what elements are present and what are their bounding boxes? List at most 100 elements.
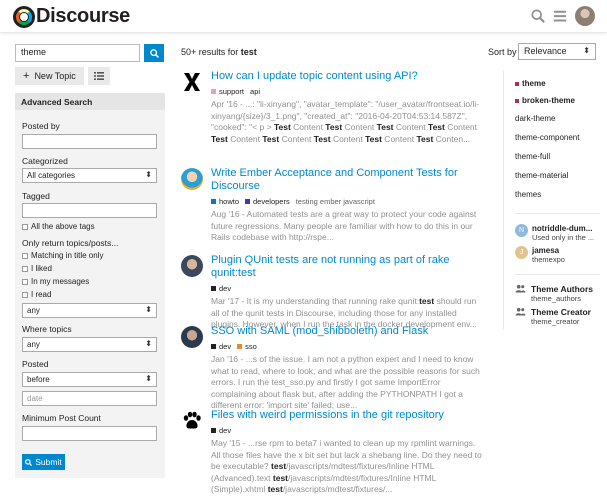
header-icons (531, 6, 595, 26)
date-input[interactable]: date (22, 391, 157, 406)
sort-select[interactable]: Relevance ⬍ (518, 43, 596, 60)
tag-link[interactable]: themes (515, 190, 541, 199)
subcategory-name: api (250, 86, 261, 96)
checkbox-box (22, 223, 28, 230)
category-color-swatch (211, 343, 216, 349)
category-select[interactable]: All categories ⬍ (22, 168, 157, 183)
paw-logo-icon (181, 410, 203, 432)
tag-link[interactable]: theme-material (515, 171, 568, 180)
search-row: theme (15, 44, 164, 62)
site-logo[interactable]: Discourse (13, 5, 130, 28)
search-highlight: Test (313, 133, 331, 144)
user-avatar[interactable] (575, 6, 595, 26)
sort-label: Sort by (488, 47, 517, 57)
result-blurb: Jan '16 - ...s of the issue. I am not a … (211, 354, 480, 410)
result-content: SSO with SAML (mod_shibboleth) and Flask… (211, 325, 486, 412)
avatar[interactable] (181, 326, 203, 348)
tag-label: broken-theme (522, 96, 575, 105)
avatar: N (515, 224, 528, 237)
all-tags-checkbox[interactable]: All the above tags (22, 222, 95, 231)
category-color-swatch (211, 427, 216, 433)
blurb-text: Content (290, 122, 326, 132)
advanced-search-panel: Advanced Search Posted by Categorized Al… (15, 93, 165, 478)
category-badge[interactable]: dev (211, 342, 231, 351)
result-title-link[interactable]: Files with weird permissions in the git … (211, 409, 486, 422)
posted-by-input[interactable] (22, 134, 157, 149)
search-icon[interactable] (531, 9, 545, 23)
tag-link[interactable]: theme (515, 79, 546, 88)
posted-select[interactable]: before ⬍ (22, 372, 157, 387)
checkbox-box (22, 265, 28, 272)
checkbox-box (22, 291, 28, 298)
category-badge[interactable]: dev (211, 426, 231, 435)
result-title-link[interactable]: Plugin QUnit tests are not running as pa… (211, 254, 486, 280)
search-input[interactable]: theme (15, 44, 140, 62)
category-badge[interactable]: dev (211, 284, 231, 293)
result-blurb: May '15 - ...rse rpm to beta7 i wanted t… (211, 438, 486, 496)
tag-link[interactable]: theme-full (515, 152, 550, 161)
tags-input[interactable] (22, 203, 157, 218)
results-query: test (240, 47, 257, 57)
category-name: dev (219, 341, 232, 351)
chevron-updown-icon: ⬍ (145, 374, 152, 383)
result-title-link[interactable]: SSO with SAML (mod_shibboleth) and Flask (211, 325, 486, 338)
list-icon (93, 72, 104, 80)
plus-icon: + (23, 70, 30, 82)
search-button[interactable] (144, 44, 164, 62)
result-tags[interactable]: testing ember javascript (296, 197, 375, 206)
subcategory-badge[interactable]: developers (245, 197, 290, 206)
category-badge[interactable]: howto (211, 197, 239, 206)
new-topic-label: New Topic (34, 71, 76, 81)
where-topics-select[interactable]: any ⬍ (22, 337, 157, 352)
search-icon (149, 48, 159, 58)
liked-checkbox[interactable]: I liked (22, 264, 52, 273)
avatar: J (515, 246, 528, 259)
tag-link[interactable]: dark-theme (515, 114, 555, 123)
tag-label: themes (515, 190, 542, 199)
category-name: dev (219, 283, 232, 293)
result-meta: dev (211, 283, 486, 293)
avatar[interactable] (181, 255, 203, 277)
posted-by-label: Posted by (22, 121, 60, 131)
tag-label: theme-component (515, 133, 580, 142)
category-badge[interactable]: support (211, 87, 244, 96)
read-label: I read (31, 290, 52, 299)
avatar[interactable] (181, 168, 203, 190)
status-select[interactable]: any ⬍ (22, 303, 157, 318)
blurb-text: Content (342, 122, 377, 132)
blurb-text: Content (381, 133, 417, 144)
result-title-link[interactable]: How can I update topic content using API… (211, 70, 486, 83)
group-result[interactable]: Theme Authors theme_authors (515, 284, 593, 303)
users-group-icon (515, 284, 527, 303)
read-checkbox[interactable]: I read (22, 290, 51, 299)
submit-button[interactable]: Submit (22, 454, 65, 470)
blurb-text: Mar '17 - It is my understanding that ru… (211, 296, 420, 306)
group-result[interactable]: Theme Creator theme_creator (515, 307, 591, 326)
in-messages-checkbox[interactable]: In my messages (22, 277, 89, 286)
min-post-input[interactable] (22, 426, 157, 441)
subcategory-badge[interactable]: api (250, 87, 260, 96)
user-result[interactable]: J jamesa themexpo (515, 246, 565, 264)
search-highlight: Test (262, 133, 280, 144)
blurb-text: Content (330, 133, 366, 144)
blurb-text: Content (279, 133, 314, 144)
category-color-swatch (211, 285, 216, 291)
results-count: 50+ results for test (181, 47, 257, 57)
subcategory-name: sso (245, 341, 257, 351)
search-highlight: test (272, 472, 289, 483)
title-only-label: Matching in title only (31, 251, 104, 260)
x-logo-icon (181, 71, 203, 93)
hamburger-icon[interactable] (553, 9, 567, 23)
subcategory-badge[interactable]: sso (237, 342, 257, 351)
category-select-value: All categories (27, 171, 76, 180)
category-name: howto (219, 196, 240, 206)
tag-link[interactable]: broken-theme (515, 96, 575, 105)
user-result[interactable]: N notriddle-dum... Used only in the ... (515, 224, 594, 242)
result-title-link[interactable]: Write Ember Acceptance and Component Tes… (211, 167, 486, 193)
search-sidebar: theme broken-theme dark-theme theme-comp… (503, 70, 600, 330)
tag-link[interactable]: theme-component (515, 133, 579, 142)
title-only-checkbox[interactable]: Matching in title only (22, 251, 103, 260)
bulk-select-button[interactable] (87, 67, 110, 85)
tagged-label: Tagged (22, 191, 50, 201)
new-topic-button[interactable]: + New Topic (15, 67, 84, 85)
